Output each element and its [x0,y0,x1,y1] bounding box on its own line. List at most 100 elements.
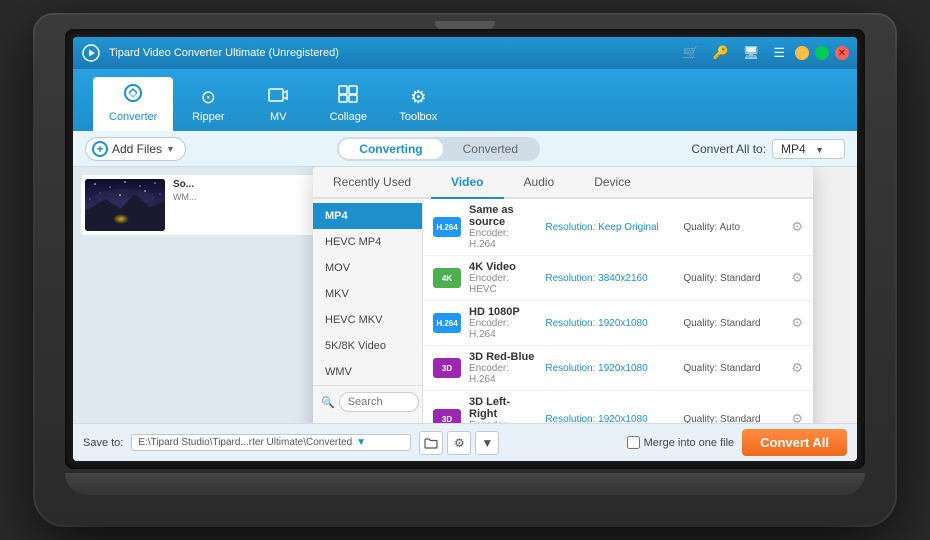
nav-converter[interactable]: Converter [93,77,173,131]
preset-3d-red[interactable]: 3D 3D Red-Blue Encoder: H.264 Resolution… [423,346,813,391]
preset-settings-same[interactable]: ⚙ [791,219,803,235]
collage-icon [338,85,358,108]
toolbox-icon: ⚙ [410,87,426,108]
bottom-bar: Save to: E:\Tipard Studio\Tipard...rter … [73,423,857,461]
tab-converted[interactable]: Converted [443,139,538,159]
add-files-button[interactable]: + Add Files ▼ [85,137,186,161]
app: Tipard Video Converter Ultimate (Unregis… [73,37,857,461]
preset-badge-same: H.264 [433,217,461,237]
titlebar: Tipard Video Converter Ultimate (Unregis… [73,37,857,69]
preset-detail-3d-lr: 3D Left-Right Encoder: H.264 [469,396,537,423]
format-5k8k[interactable]: 5K/8K Video [313,333,422,359]
tab-device[interactable]: Device [574,167,651,197]
ripper-icon: ⊙ [201,87,216,108]
tab-audio[interactable]: Audio [504,167,575,197]
bottom-icons: ⚙ ▼ [419,431,499,455]
save-to-label: Save to: [83,437,123,449]
nav-ripper[interactable]: ⊙ Ripper [173,81,243,131]
file-item: So... WM... [81,175,315,235]
nav-collage[interactable]: Collage [313,79,383,131]
laptop-screen-bezel: Tipard Video Converter Ultimate (Unregis… [65,29,865,469]
convert-all-to: Convert All to: MP4 ▼ [691,139,845,159]
mv-icon [268,87,288,108]
display-icon[interactable]: 🖥 [739,43,764,63]
menu-icon[interactable]: ☰ [769,43,789,63]
tab-converting[interactable]: Converting [339,139,442,159]
maximize-button[interactable]: □ [815,46,829,60]
preset-encoder-1080p: Encoder: H.264 [469,318,537,340]
laptop-base [65,473,865,495]
format-mov[interactable]: MOV [313,255,422,281]
preset-name-3d-red: 3D Red-Blue [469,351,537,363]
preset-quality-same: Quality: Auto [683,222,783,233]
preset-1080p[interactable]: H.264 HD 1080P Encoder: H.264 Resolution… [423,301,813,346]
format-mkv[interactable]: MKV [313,281,422,307]
format-dropdown-icon: ▼ [815,145,824,155]
preset-name-3d-lr: 3D Left-Right [469,396,537,420]
tab-recently-used[interactable]: Recently Used [313,167,431,197]
search-box: 🔍 [313,385,422,418]
file-name: So... [173,179,311,190]
preset-badge-3d-lr: 3D [433,409,461,423]
format-hevc-mkv[interactable]: HEVC MKV [313,307,422,333]
key-icon[interactable]: 🔑 [709,43,733,63]
preset-same-as-source[interactable]: H.264 Same as source Encoder: H.264 Reso… [423,199,813,256]
format-wmv[interactable]: WMV [313,359,422,385]
arrow-icon-btn[interactable]: ▼ [475,431,499,455]
preset-settings-4k[interactable]: ⚙ [791,270,803,286]
tab-video[interactable]: Video [431,167,503,197]
preset-quality-3d-lr: Quality: Standard [683,414,783,424]
nav-ripper-label: Ripper [192,111,224,123]
preset-encoder-3d-lr: Encoder: H.264 [469,420,537,423]
preset-4k[interactable]: 4K 4K Video Encoder: HEVC Resolution: 38… [423,256,813,301]
dropdown-body: MP4 HEVC MP4 MOV MKV HEVC MKV 5K/8K Vide… [313,199,813,423]
settings-icon-btn[interactable]: ⚙ [447,431,471,455]
merge-checkbox-label[interactable]: Merge into one file [627,436,735,449]
preset-settings-3d-red[interactable]: ⚙ [791,360,803,376]
format-mp4[interactable]: MP4 [313,203,422,229]
format-hevc-mp4[interactable]: HEVC MP4 [313,229,422,255]
add-files-dropdown-icon: ▼ [166,144,175,154]
preset-3d-lr[interactable]: 3D 3D Left-Right Encoder: H.264 Resoluti… [423,391,813,423]
nav-mv-label: MV [270,111,287,123]
preset-badge-1080p: H.264 [433,313,461,333]
preset-quality-4k: Quality: Standard [683,273,783,284]
dropdown-tabs: Recently Used Video Audio Device [313,167,813,199]
search-input[interactable] [339,392,419,412]
preset-detail-4k: 4K Video Encoder: HEVC [469,261,537,295]
preset-settings-3d-lr[interactable]: ⚙ [791,411,803,423]
nav-toolbox[interactable]: ⚙ Toolbox [383,81,453,131]
format-value: MP4 [781,142,806,156]
preset-badge-4k: 4K [433,268,461,288]
nav-mv[interactable]: MV [243,81,313,131]
format-select[interactable]: MP4 ▼ [772,139,845,159]
preset-badge-3d-red: 3D [433,358,461,378]
preset-settings-1080p[interactable]: ⚙ [791,315,803,331]
folder-icon-btn[interactable] [419,431,443,455]
format-list: MP4 HEVC MP4 MOV MKV HEVC MKV 5K/8K Vide… [313,199,423,423]
file-thumbnail [85,179,165,231]
nav-converter-label: Converter [109,111,157,123]
plus-icon: + [92,141,108,157]
preset-detail-same: Same as source Encoder: H.264 [469,204,537,250]
preset-encoder-4k: Encoder: HEVC [469,273,537,295]
laptop-outer: Tipard Video Converter Ultimate (Unregis… [35,15,895,525]
titlebar-controls: 🛒 🔑 🖥 ☰ − □ ✕ [678,43,849,63]
preset-encoder-3d-red: Encoder: H.264 [469,363,537,385]
preset-res-1080p: Resolution: 1920x1080 [545,318,675,329]
minimize-button[interactable]: − [795,46,809,60]
save-path: E:\Tipard Studio\Tipard...rter Ultimate\… [131,434,411,451]
merge-checkbox-text: Merge into one file [644,437,735,449]
left-panel: So... WM... [73,167,323,423]
add-files-label: Add Files [112,142,162,156]
path-dropdown-icon[interactable]: ▼ [356,437,366,448]
merge-checkbox-input[interactable] [627,436,640,449]
preset-encoder-same: Encoder: H.264 [469,228,537,250]
preset-res-3d-red: Resolution: 1920x1080 [545,363,675,374]
toolbar: + Add Files ▼ Converting Converted Conve… [73,131,857,167]
close-button[interactable]: ✕ [835,46,849,60]
nav-toolbox-label: Toolbox [399,111,437,123]
convert-all-button[interactable]: Convert All [742,429,847,456]
cart-icon[interactable]: 🛒 [678,43,702,63]
preset-res-4k: Resolution: 3840x2160 [545,273,675,284]
